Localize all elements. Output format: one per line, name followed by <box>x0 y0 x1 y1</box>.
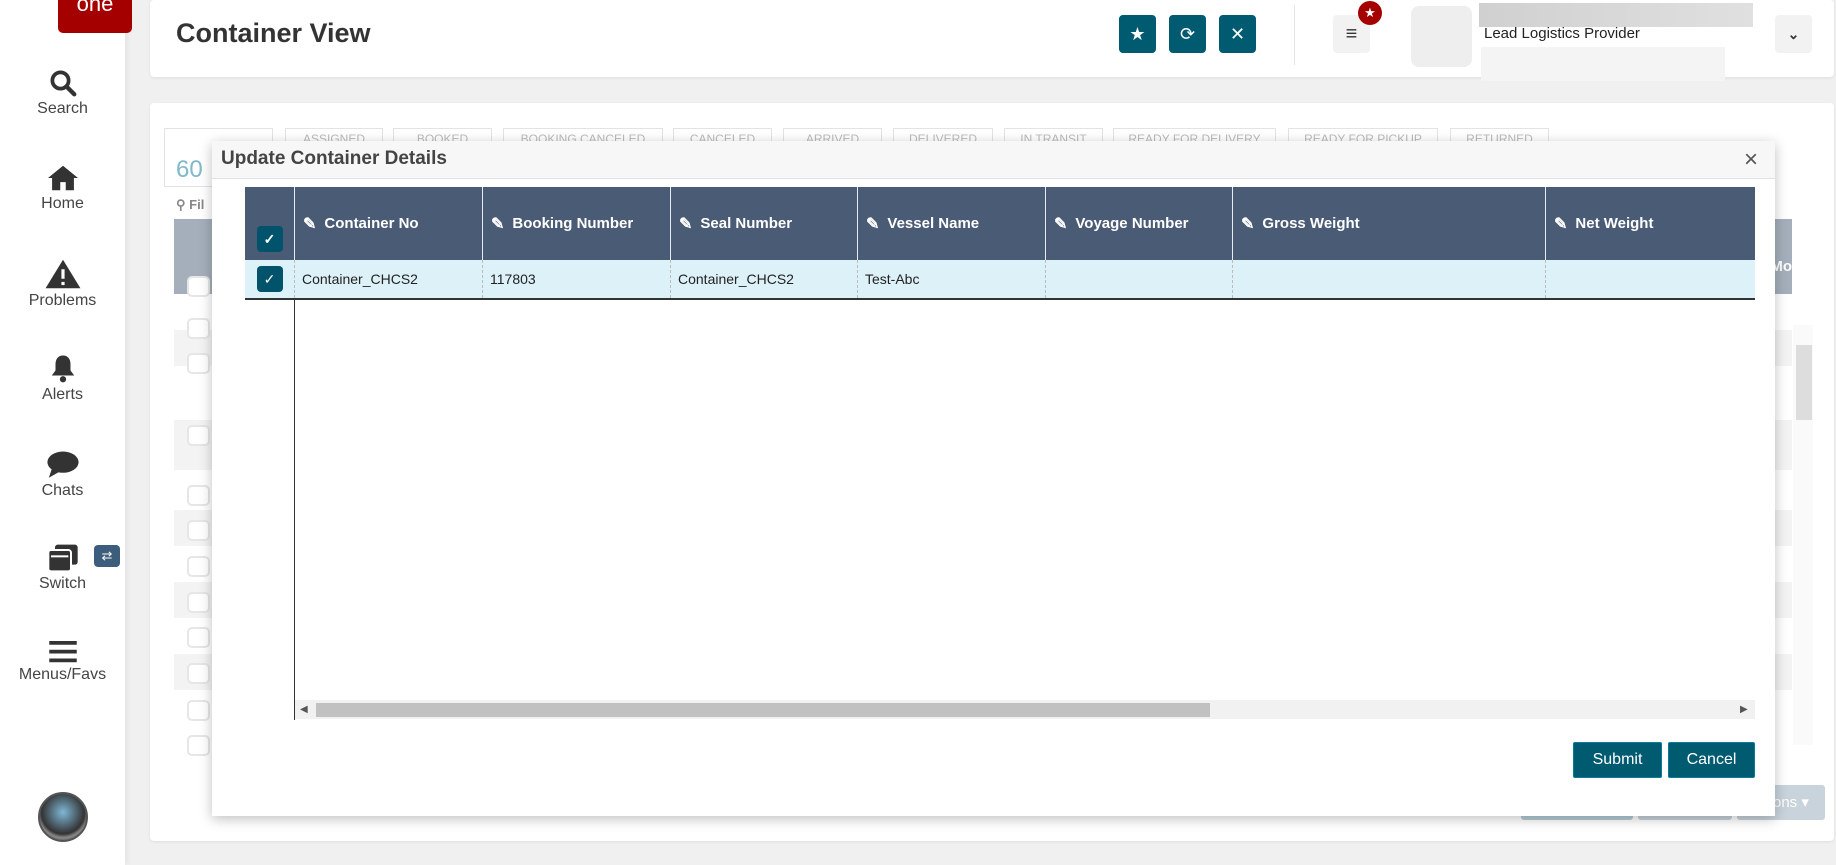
switch-icon <box>46 544 78 573</box>
close-icon: ✕ <box>1229 23 1246 44</box>
sidebar-item-label: Chats <box>41 482 84 499</box>
column-label: Gross Weight <box>1262 215 1360 232</box>
table-cell[interactable]: 117803 <box>482 260 670 298</box>
modal-title: Update Container Details <box>221 148 447 169</box>
star-icon: ★ <box>1129 23 1146 44</box>
background-row-checkbox[interactable] <box>187 485 210 506</box>
favorite-button[interactable]: ★ <box>1119 15 1156 53</box>
grid-header: ✓ ✎ Container No ✎ Booking Number ✎ Seal Numb… <box>245 187 1755 260</box>
background-row-checkbox[interactable] <box>187 735 210 756</box>
background-row-checkbox[interactable] <box>187 700 210 721</box>
sidebar-item-label: Switch <box>38 575 87 592</box>
column-label: Net Weight <box>1575 215 1654 232</box>
menu-icon <box>48 641 77 663</box>
row-select-cell: ✓ <box>245 260 294 298</box>
edit-icon: ✎ <box>1554 215 1568 233</box>
column-header[interactable]: ✎ Booking Number <box>482 187 670 260</box>
select-all-checkbox[interactable]: ✓ <box>256 226 283 252</box>
column-label: Container No <box>324 215 419 232</box>
column-header[interactable]: ✎ Net Weight <box>1545 187 1755 260</box>
table-cell[interactable] <box>1045 260 1232 298</box>
column-label: Seal Number <box>700 215 793 232</box>
column-header[interactable]: ✎ Container No <box>294 187 482 260</box>
page-title: Container View <box>176 18 371 48</box>
user-photo <box>1411 6 1472 67</box>
edit-icon: ✎ <box>1054 215 1068 233</box>
sidebar-item-menus-favs[interactable]: Menus/Favs <box>0 638 125 684</box>
background-row-checkbox[interactable] <box>187 556 210 577</box>
background-row-checkbox[interactable] <box>187 425 210 446</box>
column-header[interactable]: ✎ Voyage Number <box>1045 187 1232 260</box>
warning-icon <box>45 259 80 289</box>
favorites-badge-icon[interactable]: ★ <box>1358 1 1382 25</box>
table-cell[interactable] <box>1545 260 1755 298</box>
background-row-checkbox[interactable] <box>187 627 210 648</box>
sidebar-item-label: Alerts <box>42 386 83 403</box>
edit-icon: ✎ <box>303 215 317 233</box>
unassigned-count: 60 <box>176 156 203 183</box>
table-cell[interactable]: Test-Abc <box>857 260 1045 298</box>
chat-icon <box>46 451 79 478</box>
table-row[interactable]: ✓ Container_CHCS2 117803 Container_CHCS2 Te… <box>245 260 1755 300</box>
background-row-checkbox[interactable] <box>187 592 210 613</box>
table-cell[interactable]: Container_CHCS2 <box>670 260 857 298</box>
search-icon <box>50 70 76 97</box>
switch-arrows-icon[interactable]: ⇄ <box>94 545 120 567</box>
background-row-checkbox[interactable] <box>187 276 210 297</box>
refresh-button[interactable]: ⟳ <box>1169 15 1206 53</box>
refresh-icon: ⟳ <box>1179 23 1196 44</box>
horizontal-scroll-thumb[interactable] <box>316 703 1210 717</box>
grid-divider <box>294 300 295 720</box>
cancel-button[interactable]: Cancel <box>1668 742 1755 778</box>
edit-icon: ✎ <box>866 215 880 233</box>
sidebar-item-label: Menus/Favs <box>18 666 107 683</box>
edit-icon: ✎ <box>491 215 505 233</box>
user-role: Lead Logistics Provider <box>1484 25 1640 42</box>
table-cell[interactable]: Container_CHCS2 <box>294 260 482 298</box>
sidebar: one Search Home Problems Alerts Chats Sw… <box>0 0 132 865</box>
edit-icon: ✎ <box>1241 215 1255 233</box>
app-logo[interactable]: one <box>58 0 132 33</box>
column-label: Vessel Name <box>887 215 980 232</box>
background-row-checkbox[interactable] <box>187 318 210 339</box>
user-menu-dropdown[interactable]: ⌄ <box>1775 15 1812 53</box>
filter-link[interactable]: ⚲ Fil <box>176 197 204 213</box>
divider <box>1294 5 1295 65</box>
home-icon <box>47 165 78 191</box>
background-row-checkbox[interactable] <box>187 353 210 374</box>
table-cell[interactable] <box>1232 260 1545 298</box>
sidebar-item-home[interactable]: Home <box>0 163 125 213</box>
scroll-left-icon[interactable]: ◀ <box>300 704 308 715</box>
background-scroll-thumb[interactable] <box>1796 345 1812 420</box>
sidebar-item-alerts[interactable]: Alerts <box>0 352 125 404</box>
column-header[interactable]: ✎ Vessel Name <box>857 187 1045 260</box>
scroll-right-icon[interactable]: ▶ <box>1740 704 1748 715</box>
menu-icon: ≡ <box>1345 22 1358 45</box>
column-label: Voyage Number <box>1075 215 1189 232</box>
background-row-checkbox[interactable] <box>187 520 210 541</box>
submit-button[interactable]: Submit <box>1573 742 1662 778</box>
sidebar-item-label: Search <box>37 100 88 117</box>
org-name-redacted <box>1481 47 1725 81</box>
user-name-redacted <box>1479 3 1753 27</box>
column-header[interactable]: ✎ Gross Weight <box>1232 187 1545 260</box>
user-avatar[interactable] <box>38 792 88 842</box>
column-header[interactable]: ✎ Seal Number <box>670 187 857 260</box>
bell-icon <box>51 355 74 383</box>
sidebar-item-chats[interactable]: Chats <box>0 450 125 500</box>
sidebar-item-label: Home <box>41 195 84 212</box>
edit-icon: ✎ <box>679 215 693 233</box>
select-all-cell: ✓ <box>245 187 294 260</box>
close-view-button[interactable]: ✕ <box>1219 15 1256 53</box>
chevron-down-icon: ⌄ <box>1787 25 1800 42</box>
sidebar-item-label: Problems <box>28 292 97 309</box>
column-label: Booking Number <box>512 215 634 232</box>
modal-close-icon[interactable]: × <box>1744 146 1758 174</box>
row-checkbox[interactable]: ✓ <box>256 266 283 292</box>
background-row-checkbox[interactable] <box>187 663 210 684</box>
sidebar-item-problems[interactable]: Problems <box>0 258 125 310</box>
sidebar-item-search[interactable]: Search <box>0 68 125 118</box>
